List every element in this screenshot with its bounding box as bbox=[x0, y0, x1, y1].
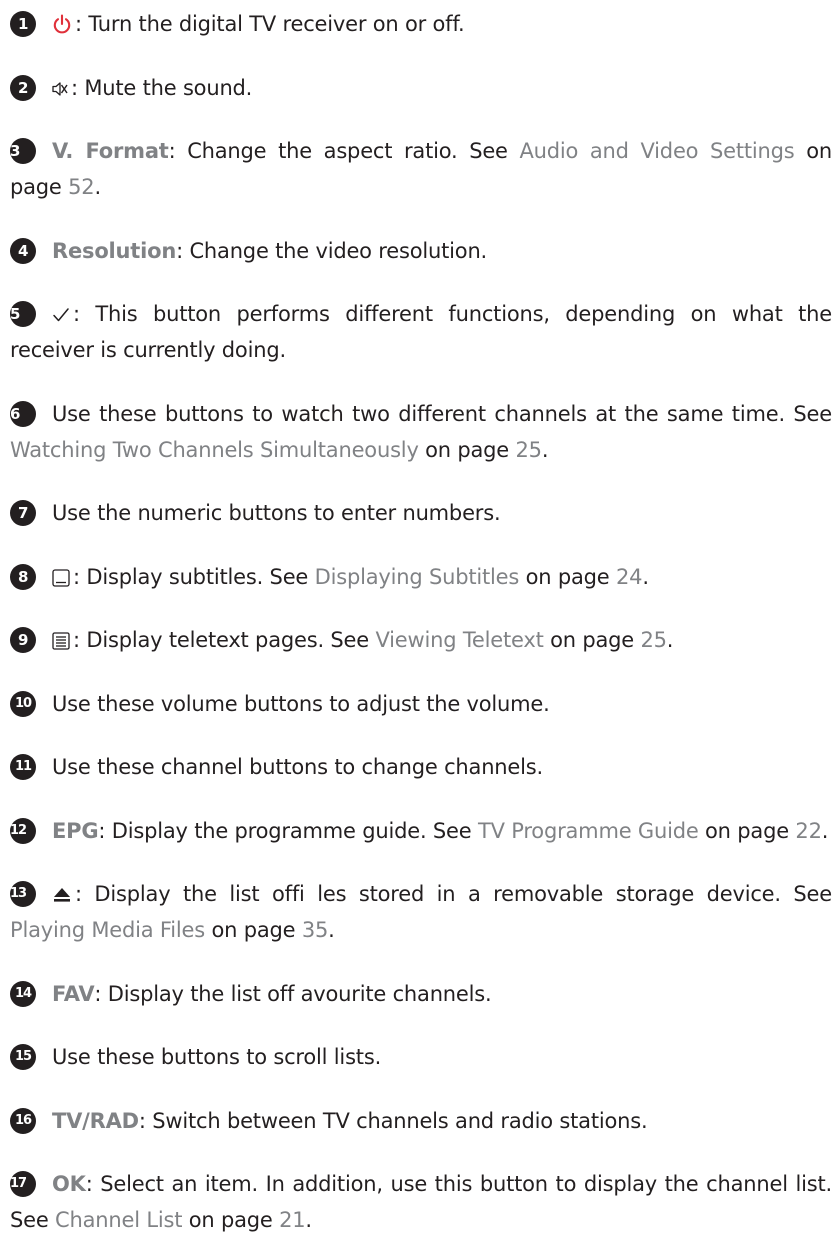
page-number-link[interactable]: 21 bbox=[279, 1208, 306, 1232]
list-item: 14 FAV: Display the list off avourite ch… bbox=[10, 976, 832, 1012]
teletext-icon bbox=[52, 632, 70, 650]
button-name: OK bbox=[52, 1172, 86, 1196]
list-item: 3 V. Format: Change the aspect ratio. Se… bbox=[10, 138, 833, 199]
item-description: Use these volume buttons to adjust the v… bbox=[52, 691, 550, 716]
list-item: 2 : Mute the sound. bbox=[10, 70, 832, 106]
item-description: Use these buttons to scroll lists. bbox=[52, 1045, 382, 1069]
item-number-badge: 1 bbox=[10, 11, 36, 37]
list-item: 6 Use these buttons to watch two differe… bbox=[10, 400, 832, 462]
button-name: TV/RAD bbox=[52, 1108, 139, 1133]
list-item: 10 Use these volume buttons to adjust th… bbox=[10, 686, 832, 722]
item-number-badge: 16 bbox=[10, 1107, 36, 1134]
list-item: 4 Resolution: Change the video resolutio… bbox=[10, 233, 832, 269]
list-item: 17 OK: Select an item. In addition, use … bbox=[10, 1171, 832, 1232]
cross-reference-link[interactable]: Displaying Subtitles bbox=[315, 565, 520, 589]
item-number-badge: 14 bbox=[10, 980, 36, 1007]
button-name: V. Format bbox=[52, 139, 169, 163]
page-number-link[interactable]: 24 bbox=[616, 565, 643, 589]
list-item: 5 : This button performs different funct… bbox=[10, 296, 832, 368]
item-number-badge: 6 bbox=[10, 400, 36, 427]
cross-reference-link[interactable]: Watching Two Channels Simultaneously bbox=[10, 438, 419, 462]
list-item: 15 Use these buttons to scroll lists. bbox=[10, 1039, 832, 1075]
button-name: FAV bbox=[52, 981, 95, 1006]
list-item: 16 TV/RAD: Switch between TV channels an… bbox=[10, 1103, 832, 1139]
item-number-badge: 13 bbox=[10, 881, 36, 907]
item-description: Use these channel buttons to change chan… bbox=[52, 755, 543, 779]
page-number-link[interactable]: 25 bbox=[640, 628, 667, 652]
item-number-badge: 11 bbox=[10, 754, 36, 780]
item-number-badge: 2 bbox=[10, 74, 36, 101]
remote-control-button-list: 1 : Turn the digital TV receiver on or o… bbox=[0, 0, 838, 1242]
page-number-link[interactable]: 22 bbox=[795, 819, 822, 843]
item-number-badge: 8 bbox=[10, 563, 36, 590]
cross-reference-link[interactable]: Channel List bbox=[55, 1208, 182, 1232]
list-item: 11 Use these channel buttons to change c… bbox=[10, 749, 832, 785]
list-item: 12 EPG: Display the programme guide. See… bbox=[10, 817, 829, 844]
cross-reference-link[interactable]: Playing Media Files bbox=[10, 918, 205, 942]
cross-reference-link[interactable]: TV Programme Guide bbox=[478, 819, 699, 843]
item-number-badge: 15 bbox=[10, 1044, 36, 1070]
item-description: Use the numeric buttons to enter numbers… bbox=[52, 501, 501, 525]
item-number-badge: 4 bbox=[10, 237, 36, 264]
item-description: : This button performs different functio… bbox=[10, 302, 832, 362]
mute-icon bbox=[52, 81, 68, 97]
page-number-link[interactable]: 35 bbox=[302, 918, 329, 942]
power-icon bbox=[52, 14, 72, 36]
subtitle-icon bbox=[52, 568, 70, 587]
item-number-badge: 10 bbox=[10, 690, 36, 717]
item-number-badge: 9 bbox=[10, 627, 36, 653]
eject-icon bbox=[52, 886, 72, 904]
list-item: 13 : Display the list offi les stored in… bbox=[10, 881, 832, 942]
item-number-badge: 12 bbox=[10, 817, 36, 844]
item-description: : Turn the digital TV receiver on or off… bbox=[75, 12, 465, 36]
cross-reference-link[interactable]: Audio and Video Settings bbox=[519, 139, 794, 163]
button-name: Resolution bbox=[52, 238, 177, 263]
item-number-badge: 17 bbox=[10, 1171, 36, 1197]
item-description: : Mute the sound. bbox=[71, 75, 253, 100]
list-item: 7 Use the numeric buttons to enter numbe… bbox=[10, 495, 832, 531]
page-number-link[interactable]: 25 bbox=[516, 438, 543, 462]
list-item: 8 : Display subtitles. See Displaying Su… bbox=[10, 559, 832, 595]
list-item: 1 : Turn the digital TV receiver on or o… bbox=[10, 6, 832, 42]
item-number-badge: 3 bbox=[10, 138, 36, 164]
item-number-badge: 5 bbox=[10, 301, 36, 327]
list-item: 9 : Display teletext pages. See Viewing … bbox=[10, 622, 832, 658]
checkmark-icon bbox=[52, 307, 70, 323]
item-number-badge: 7 bbox=[10, 500, 36, 526]
page-number-link[interactable]: 52 bbox=[68, 175, 95, 199]
button-name: EPG bbox=[52, 818, 99, 843]
cross-reference-link[interactable]: Viewing Teletext bbox=[375, 628, 543, 652]
